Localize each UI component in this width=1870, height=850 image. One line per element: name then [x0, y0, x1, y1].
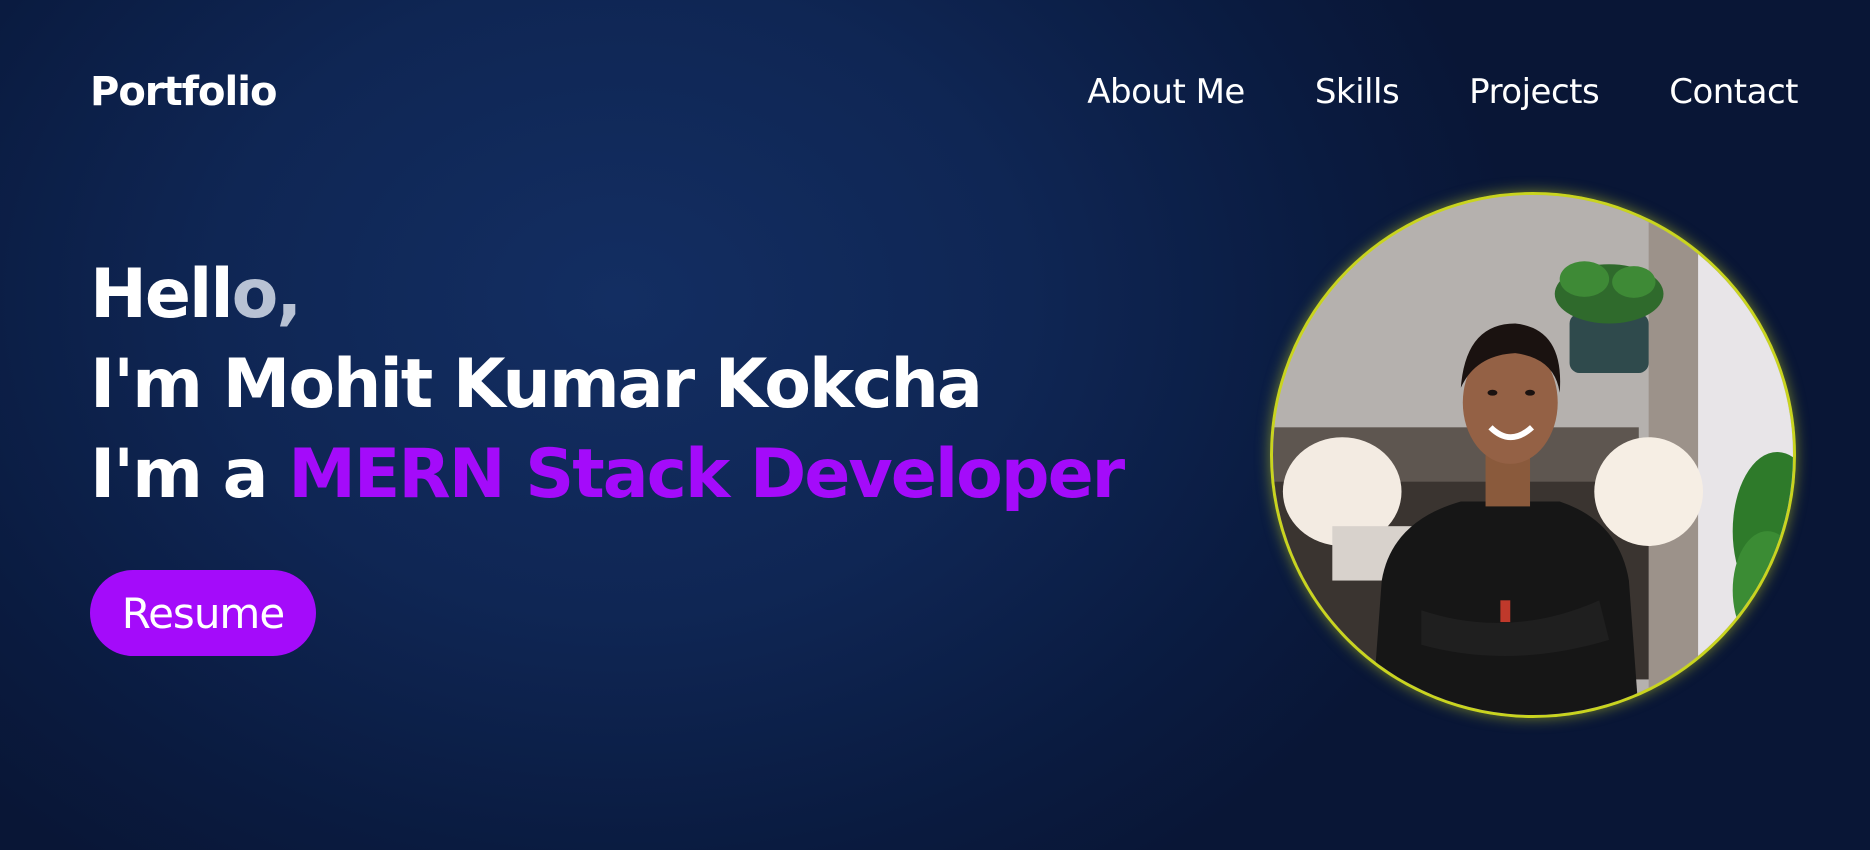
greeting-fade-text: o, [231, 255, 303, 334]
hero-text: Hello, I'm Mohit Kumar Kokcha I'm a MERN… [90, 250, 1125, 520]
role-title: MERN Stack Developer [288, 435, 1125, 514]
profile-photo [1270, 192, 1796, 718]
resume-button[interactable]: Resume [90, 570, 316, 656]
nav-link-about-me[interactable]: About Me [1087, 72, 1245, 112]
role-line: I'm a MERN Stack Developer [90, 430, 1125, 520]
logo[interactable]: Portfolio [90, 69, 277, 115]
navbar: Portfolio About Me Skills Projects Conta… [90, 62, 1798, 122]
nav-link-contact[interactable]: Contact [1669, 72, 1798, 112]
greeting-line: Hello, [90, 250, 1123, 340]
role-prefix: I'm a [90, 435, 289, 514]
nav-link-projects[interactable]: Projects [1469, 72, 1600, 112]
greeting-text: Hell [90, 255, 234, 334]
nav-link-skills[interactable]: Skills [1315, 72, 1400, 112]
nav-links: About Me Skills Projects Contact [1087, 72, 1798, 112]
name-line: I'm Mohit Kumar Kokcha [90, 345, 983, 424]
profile-photo-illustration [1273, 195, 1793, 715]
